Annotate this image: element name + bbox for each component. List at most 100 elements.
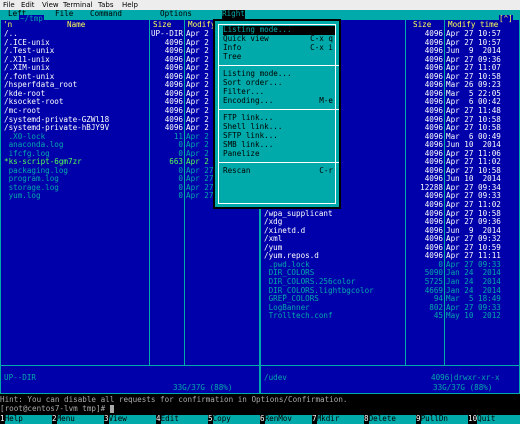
dropdown-item[interactable]: Encoding... M-e	[223, 96, 335, 106]
left-file-row-name[interactable]: anaconda.log	[4, 141, 147, 150]
right-file-row-size: 4096	[424, 218, 443, 227]
dropdown-item-label: SFTP link...	[223, 131, 278, 140]
dropdown-item[interactable]: Tree	[223, 52, 335, 62]
left-file-row-name[interactable]: /.X11-unix	[4, 56, 147, 65]
fkey-menu[interactable]: 2Menu	[52, 414, 104, 424]
right-file-row-name[interactable]: DIR_COLORS	[264, 269, 404, 278]
menu-file[interactable]: File	[55, 10, 73, 19]
left-file-row-name[interactable]: program.log	[4, 175, 147, 184]
left-file-row-size: 4096	[164, 106, 183, 115]
left-file-row-name[interactable]: /kde-root	[4, 90, 147, 99]
left-file-row-name[interactable]: storage.log	[4, 184, 147, 193]
left-file-row-name[interactable]: /ksocket-root	[4, 98, 147, 107]
menu-right[interactable]: Right	[222, 10, 245, 19]
fkey-view[interactable]: 3View	[104, 414, 156, 424]
fkey-label: Copy	[212, 414, 260, 424]
right-file-row-size: 4096	[424, 201, 443, 209]
left-file-row-name[interactable]: /systemd-private-GZWl18	[4, 116, 147, 125]
right-file-row-name[interactable]: /xdg	[264, 218, 404, 227]
right-file-row-size: 0	[438, 260, 443, 269]
right-file-row-size: 4096	[424, 192, 443, 201]
left-file-row-name[interactable]: /.XIM-unix	[4, 64, 147, 73]
terminal-menu-help[interactable]: Help	[122, 1, 138, 9]
right-file-row-date: Jan 24 2014	[446, 286, 501, 295]
fkey-quit[interactable]: 10Quit	[468, 414, 520, 424]
dropdown-item[interactable]: Rescan C-r	[223, 166, 335, 176]
right-file-row-date: Apr 27 10:57	[446, 38, 501, 47]
left-file-row-name[interactable]: /systemd-private-hBJY9V	[4, 124, 147, 133]
left-file-row-name[interactable]: /.font-unix	[4, 73, 147, 82]
menu-options[interactable]: Options	[160, 10, 192, 19]
fkey-edit[interactable]: 4Edit	[156, 414, 208, 424]
right-file-row-name[interactable]: .pwd.lock	[264, 261, 404, 270]
left-panel-dropdown-menu[interactable]: Listing mode... Quick view C-x q Info C-x iT…	[213, 19, 341, 209]
left-file-row-name[interactable]: /mc-root	[4, 107, 147, 116]
right-file-row-date: Apr 27 11:06	[446, 149, 501, 158]
left-file-row-name[interactable]: /hsperfdata_root	[4, 81, 147, 90]
menu-command[interactable]: Command	[90, 10, 122, 19]
right-path-marker[interactable]: [^]	[499, 15, 513, 24]
fkey-renmov[interactable]: 6RenMov	[260, 414, 312, 424]
right-file-row-size: 94	[433, 295, 443, 304]
right-file-row-name[interactable]: LogBanner	[264, 304, 404, 313]
left-name-header[interactable]: Name	[67, 21, 85, 30]
terminal-menu-terminal[interactable]: Terminal	[63, 1, 93, 9]
terminal-menu-edit[interactable]: Edit	[21, 1, 35, 9]
right-file-row-date: Apr 27 09:33	[446, 303, 501, 312]
right-file-row-name[interactable]: DIR_COLORS.lightbgcolor	[264, 287, 404, 296]
right-file-row-date: Apr 27 11:48	[446, 106, 501, 115]
left-file-row-name[interactable]: .X0-lock	[4, 133, 147, 142]
right-file-row-date: Jan 24 2014	[446, 277, 501, 286]
right-modify-header[interactable]: Modify time	[448, 21, 498, 30]
right-file-row-name[interactable]: /yum	[264, 244, 404, 253]
right-file-row-size: 4096	[424, 141, 443, 150]
right-file-row-name[interactable]: /xinetd.d	[264, 227, 404, 236]
left-file-row-name[interactable]: ifcfg.log	[4, 150, 147, 159]
dropdown-item-label: Listing mode...	[223, 25, 292, 34]
fkey-help[interactable]: 1Help	[0, 414, 52, 424]
left-file-row-name[interactable]: packaging.log	[4, 167, 147, 176]
right-file-row-name[interactable]: /wpa_supplicant	[264, 210, 404, 219]
right-file-row-date: Apr 27 11:07	[446, 64, 501, 73]
left-file-row-name[interactable]: /..	[4, 30, 147, 39]
left-sort-indicator[interactable]: 'n	[3, 21, 12, 30]
fkey-pulldn[interactable]: 9PullDn	[416, 414, 468, 424]
right-file-row-size: 4096	[424, 132, 443, 141]
right-file-row-date: Apr 27 09:33	[446, 192, 501, 201]
fkey-mkdir[interactable]: 7Mkdir	[312, 414, 364, 424]
right-file-row-date: Apr 27 09:32	[446, 235, 501, 244]
right-file-row-size: 4096	[424, 72, 443, 81]
right-file-row-date: Apr 27 09:34	[446, 183, 501, 192]
right-file-row-date: May 10 2012	[446, 312, 501, 321]
right-file-row-name[interactable]: Trolltech.conf	[264, 312, 404, 321]
dropdown-item[interactable]: Panelize	[223, 149, 335, 159]
right-file-row-name[interactable]: GREP_COLORS	[264, 295, 404, 304]
right-file-row-size: 4096	[424, 175, 443, 184]
left-modify-header[interactable]: Modify	[188, 21, 215, 30]
fkey-copy[interactable]: 5Copy	[208, 414, 260, 424]
right-file-row-name[interactable]: /xml	[264, 235, 404, 244]
fkey-label: Help	[4, 414, 52, 424]
right-file-row-size: 5725	[424, 277, 443, 286]
shell-prompt[interactable]: [root@centos7-lvm tmp]#	[0, 405, 520, 414]
terminal-menu-view[interactable]: View	[42, 1, 59, 9]
left-file-row-size: 4096	[164, 115, 183, 124]
left-file-row-name[interactable]: yum.log	[4, 192, 147, 201]
fkey-delete[interactable]: 8Delete	[364, 414, 416, 424]
right-file-row-size: 4096	[424, 243, 443, 252]
left-disk-usage: 33G/37G (88%)	[173, 384, 233, 392]
left-file-row-size: 0	[178, 183, 183, 192]
left-file-row-name[interactable]: /.Test-unix	[4, 47, 147, 56]
right-file-row-name[interactable]: DIR_COLORS.256color	[264, 278, 404, 287]
terminal-menu-file[interactable]: File	[3, 1, 15, 9]
left-file-row-name[interactable]: /.ICE-unix	[4, 39, 147, 48]
right-file-row-size: 4096	[424, 252, 443, 261]
right-file-row-size: 12288	[420, 183, 443, 192]
terminal-menu-tabs[interactable]: Tabs	[98, 1, 114, 9]
left-size-header[interactable]: Size	[153, 21, 171, 30]
right-file-row-date: Apr 27 10:58	[446, 209, 501, 218]
right-size-header[interactable]: Size	[413, 21, 431, 30]
right-file-row-name[interactable]: /yum.repos.d	[264, 252, 404, 261]
left-file-row-name[interactable]: *ks-script-6gm7zr	[4, 158, 147, 167]
left-file-row-size: 0	[178, 192, 183, 201]
